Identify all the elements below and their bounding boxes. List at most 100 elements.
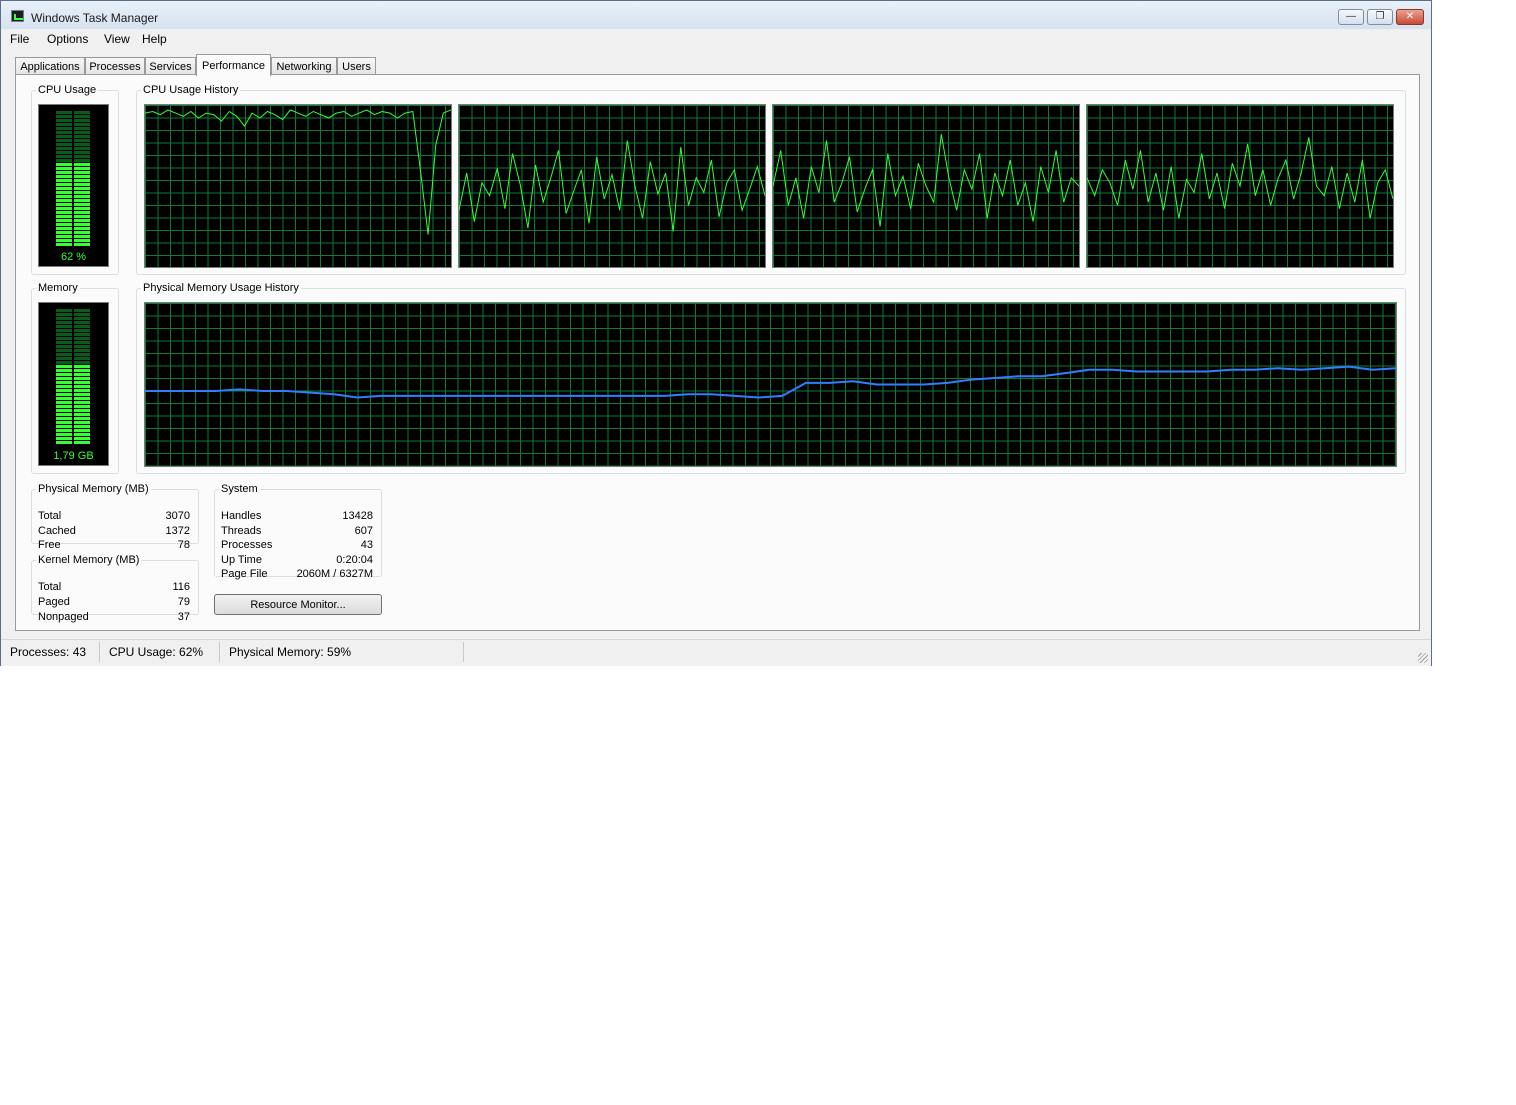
resize-grip[interactable] bbox=[1418, 653, 1428, 663]
stat-value: 79 bbox=[177, 596, 190, 608]
close-button[interactable]: ✕ bbox=[1396, 9, 1424, 25]
minimize-button[interactable]: — bbox=[1338, 9, 1364, 25]
resource-monitor-button[interactable]: Resource Monitor... bbox=[214, 594, 382, 615]
meter-segment bbox=[74, 155, 90, 158]
cpu-usage-meter: 62 % bbox=[38, 104, 109, 267]
meter-segment bbox=[56, 183, 72, 186]
physical-memory-cached-row: Cached 1372 bbox=[38, 525, 190, 539]
memory-label: Memory bbox=[38, 282, 78, 294]
system-group: System Handles 13428 Threads 607 Process… bbox=[214, 483, 382, 580]
cpu-core-1-line bbox=[145, 109, 451, 235]
graph-series-line bbox=[459, 140, 765, 232]
meter-segment bbox=[74, 405, 90, 408]
memory-meter-bars bbox=[56, 309, 90, 444]
stat-label: Up Time bbox=[221, 554, 262, 566]
meter-segment bbox=[74, 139, 90, 142]
meter-segment bbox=[74, 111, 90, 114]
system-threads-row: Threads 607 bbox=[221, 525, 373, 539]
meter-segment bbox=[74, 309, 90, 312]
kernel-memory-total-row: Total 116 bbox=[38, 581, 190, 595]
meter-segment bbox=[74, 353, 90, 356]
status-processes: Processes: 43 bbox=[1, 642, 100, 662]
meter-segment bbox=[56, 203, 72, 206]
system-handles-row: Handles 13428 bbox=[221, 510, 373, 524]
meter-segment bbox=[74, 337, 90, 340]
graph-series-line bbox=[773, 134, 1079, 227]
stat-label: Paged bbox=[38, 596, 70, 608]
meter-segment bbox=[56, 385, 72, 388]
meter-segment bbox=[74, 349, 90, 352]
meter-segment bbox=[74, 341, 90, 344]
meter-segment bbox=[74, 433, 90, 436]
menu-options[interactable]: Options bbox=[47, 32, 88, 46]
status-bar: Processes: 43 CPU Usage: 62% Physical Me… bbox=[1, 639, 1431, 666]
meter-segment bbox=[56, 429, 72, 432]
status-cpu-usage: CPU Usage: 62% bbox=[100, 642, 220, 662]
meter-segment bbox=[56, 199, 72, 202]
cpu-usage-label: CPU Usage bbox=[38, 84, 97, 96]
meter-segment bbox=[56, 325, 72, 328]
meter-segment bbox=[74, 325, 90, 328]
meter-segment bbox=[56, 127, 72, 130]
physical-memory-label: Physical Memory (MB) bbox=[38, 483, 149, 495]
cpu-meter-bars bbox=[56, 111, 90, 246]
meter-segment bbox=[74, 421, 90, 424]
tab-performance[interactable]: Performance bbox=[196, 54, 271, 76]
meter-segment bbox=[56, 365, 72, 368]
stat-label: Free bbox=[38, 539, 61, 551]
meter-segment bbox=[56, 163, 72, 166]
meter-segment bbox=[56, 413, 72, 416]
meter-segment bbox=[56, 123, 72, 126]
system-pagefile-row: Page File 2060M / 6327M bbox=[221, 568, 373, 582]
meter-segment bbox=[74, 115, 90, 118]
menu-file[interactable]: File bbox=[10, 32, 29, 46]
cpu-usage-value: 62 % bbox=[60, 251, 87, 263]
meter-segment bbox=[56, 207, 72, 210]
maximize-button[interactable]: ❐ bbox=[1367, 9, 1393, 25]
meter-segment bbox=[56, 175, 72, 178]
meter-segment bbox=[74, 127, 90, 130]
cpu-history-label: CPU Usage History bbox=[143, 84, 239, 96]
menu-view[interactable]: View bbox=[104, 32, 130, 46]
meter-segment bbox=[56, 405, 72, 408]
title-bar[interactable]: Windows Task Manager — ❐ ✕ bbox=[1, 1, 1431, 29]
task-manager-window: Windows Task Manager — ❐ ✕ File Options … bbox=[0, 0, 1432, 666]
meter-segment bbox=[56, 417, 72, 420]
meter-segment bbox=[74, 385, 90, 388]
meter-segment bbox=[56, 219, 72, 222]
meter-segment bbox=[74, 239, 90, 242]
meter-segment bbox=[74, 187, 90, 190]
cpu-core-4-graph bbox=[1086, 104, 1394, 268]
meter-segment bbox=[56, 223, 72, 226]
meter-segment bbox=[74, 147, 90, 150]
cpu-core-2-line bbox=[459, 140, 765, 232]
menu-help[interactable]: Help bbox=[142, 32, 167, 46]
meter-segment bbox=[74, 409, 90, 412]
meter-segment bbox=[74, 333, 90, 336]
meter-segment bbox=[74, 163, 90, 166]
meter-segment bbox=[74, 183, 90, 186]
meter-segment bbox=[74, 393, 90, 396]
meter-segment bbox=[74, 437, 90, 440]
graph-series-line bbox=[145, 109, 451, 235]
meter-segment bbox=[56, 333, 72, 336]
memory-value: 1,79 GB bbox=[53, 450, 94, 462]
meter-segment bbox=[56, 179, 72, 182]
meter-segment bbox=[74, 313, 90, 316]
kernel-memory-nonpaged-row: Nonpaged 37 bbox=[38, 611, 190, 625]
meter-segment bbox=[74, 417, 90, 420]
meter-segment bbox=[74, 235, 90, 238]
meter-segment bbox=[56, 389, 72, 392]
meter-segment bbox=[56, 171, 72, 174]
kernel-memory-group: Kernel Memory (MB) Total 116 Paged 79 No… bbox=[31, 554, 199, 623]
meter-segment bbox=[74, 175, 90, 178]
meter-segment bbox=[56, 243, 72, 246]
meter-segment bbox=[74, 381, 90, 384]
meter-segment bbox=[74, 345, 90, 348]
meter-segment bbox=[56, 155, 72, 158]
meter-segment bbox=[56, 147, 72, 150]
stat-value: 43 bbox=[360, 539, 373, 551]
memory-history-graph bbox=[144, 302, 1397, 467]
physical-memory-total-row: Total 3070 bbox=[38, 510, 190, 524]
meter-segment bbox=[56, 317, 72, 320]
